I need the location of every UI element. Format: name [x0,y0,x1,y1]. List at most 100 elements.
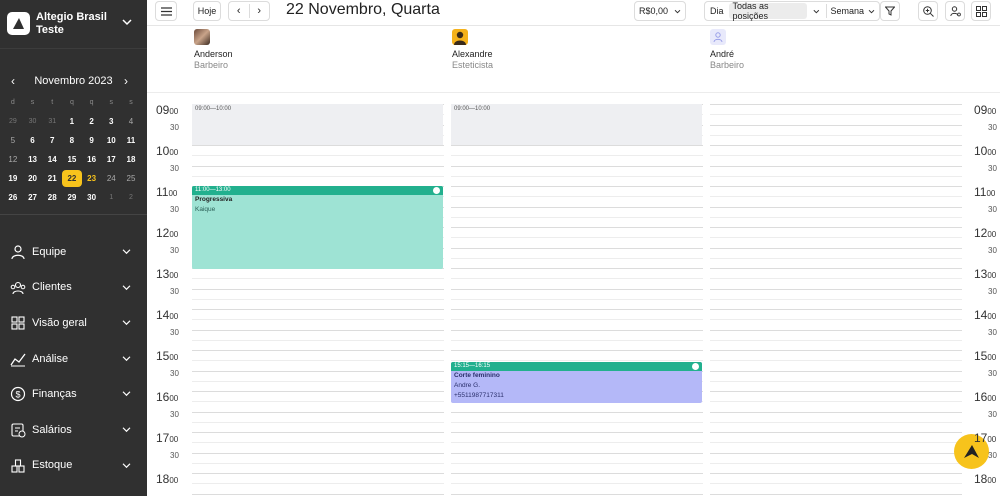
half-hour-label: 30 [170,368,179,378]
prev-day-button[interactable]: ‹ [229,5,249,17]
today-button[interactable]: Hoje [193,1,221,21]
calendar-day[interactable]: 1 [101,194,121,201]
calendar-day[interactable]: 19 [3,174,23,183]
hour-label: 1400 [974,308,996,322]
view-week-tab[interactable]: Semana [826,6,879,16]
blocked-time-slot[interactable]: 09:00—10:00 [192,104,443,145]
calendar-day[interactable]: 25 [121,174,141,183]
sidebar-item-analise[interactable]: Análise [0,341,147,377]
staff-role: Esteticista [452,60,494,70]
filter-button[interactable] [880,1,900,21]
date-nav: ‹ › [228,1,270,21]
calendar-day[interactable]: 9 [82,136,102,145]
calendar-day[interactable]: 18 [121,155,141,164]
hour-value: 15 [974,349,988,363]
calendar-day[interactable]: 1 [62,117,82,126]
grid-line [710,196,962,198]
calendar-day[interactable]: 20 [23,174,43,183]
sidebar-item-financas[interactable]: $ Finanças [0,376,147,412]
calendar-day[interactable]: 12 [3,155,23,164]
hour-value: 14 [156,308,170,322]
sidebar-item-visao-geral[interactable]: Visão geral [0,305,147,341]
grid-line [192,380,444,382]
grid-line [710,493,962,495]
calendar-day[interactable]: 6 [23,136,43,145]
positions-filter[interactable]: Todas as posições [728,1,807,21]
half-hour-label: 30 [988,409,997,419]
next-month-button[interactable]: › [124,74,128,88]
sidebar-item-salarios[interactable]: Salários [0,412,147,448]
view-day-tab[interactable]: Dia [705,6,729,16]
calendar-day[interactable]: 3 [101,117,121,126]
calendar-day[interactable]: 29 [62,193,82,202]
calendar-day[interactable]: 14 [42,155,62,164]
calendar-day[interactable]: 16 [82,155,102,164]
calendar-day[interactable]: 21 [42,174,62,183]
hour-label: 1200 [974,226,996,240]
calendar-day[interactable]: 29 [3,118,23,125]
chevron-down-icon [122,249,131,255]
calendar-day[interactable]: 5 [3,136,23,145]
appointment-card[interactable]: 15:15—16:15 Corte feminino Andre G. +551… [451,362,702,403]
calendar-day[interactable]: 2 [82,117,102,126]
grid-line [710,288,962,290]
avatar-placeholder-icon [710,29,726,45]
minute-value: 00 [169,230,179,239]
hour-label: 1600 [156,390,178,404]
hour-value: 16 [156,390,170,404]
weekday-label: q [89,99,94,106]
grid-line [451,339,703,341]
zoom-button[interactable] [918,1,938,21]
calendar-day[interactable]: 28 [42,193,62,202]
blocked-time-slot[interactable]: 09:00—10:00 [451,104,702,145]
calendar-day[interactable]: 17 [101,155,121,164]
staff-column-anderson[interactable] [192,104,444,496]
grid-line [710,442,962,444]
minute-value: 00 [987,107,997,116]
calendar-day[interactable]: 2 [121,194,141,201]
calendar-day[interactable]: 15 [62,155,82,164]
calendar-day[interactable]: 24 [101,174,121,183]
chevron-down-icon [122,284,131,290]
calendar-day[interactable]: 31 [42,118,62,125]
calendar-day[interactable]: 27 [23,193,43,202]
apps-grid-icon [975,5,987,17]
sidebar-item-label: Estoque [32,459,73,472]
grid-line [710,257,962,259]
grid-icon [11,316,25,330]
calendar-day[interactable]: 10 [101,136,121,145]
apps-button[interactable] [971,1,991,21]
sidebar-item-equipe[interactable]: Equipe [0,234,147,270]
next-day-button[interactable]: › [249,5,269,17]
staff-settings-button[interactable] [945,1,965,21]
sidebar-item-clientes[interactable]: Clientes [0,270,147,306]
staff-column-andre[interactable] [710,104,962,496]
revenue-dropdown[interactable]: R$0,00 [634,1,686,21]
chevron-down-icon [122,391,131,397]
minute-value: 00 [987,476,997,485]
staff-column-alexandre[interactable] [451,104,703,496]
sidebar-item-estoque[interactable]: Estoque [0,448,147,484]
calendar-day[interactable]: 30 [23,118,43,125]
minute-value: 00 [987,435,997,444]
grid-line [192,329,444,331]
brand-switcher[interactable]: Altegio Brasil Teste [0,0,147,49]
calendar-day[interactable]: 13 [23,155,43,164]
appointment-card[interactable]: 11:00—13:00 Progressiva Kaique [192,186,443,269]
calendar-day[interactable]: 4 [121,117,141,126]
current-date-title: 22 Novembro, Quarta [286,1,440,18]
calendar-day[interactable]: 23 [82,174,102,183]
staff-role: Barbeiro [194,60,229,70]
calendar-day[interactable]: 8 [62,136,82,145]
calendar-day-today[interactable]: 22 [62,170,82,187]
hour-label: 1200 [156,226,178,240]
hour-value: 11 [156,185,169,199]
grid-line [710,483,962,485]
menu-toggle-button[interactable] [155,1,177,21]
calendar-day[interactable]: 30 [82,193,102,202]
hour-value: 11 [974,185,987,199]
calendar-day[interactable]: 26 [3,193,23,202]
calendar-day[interactable]: 7 [42,136,62,145]
calendar-day[interactable]: 11 [121,136,141,145]
hour-label: 1100 [974,185,995,199]
